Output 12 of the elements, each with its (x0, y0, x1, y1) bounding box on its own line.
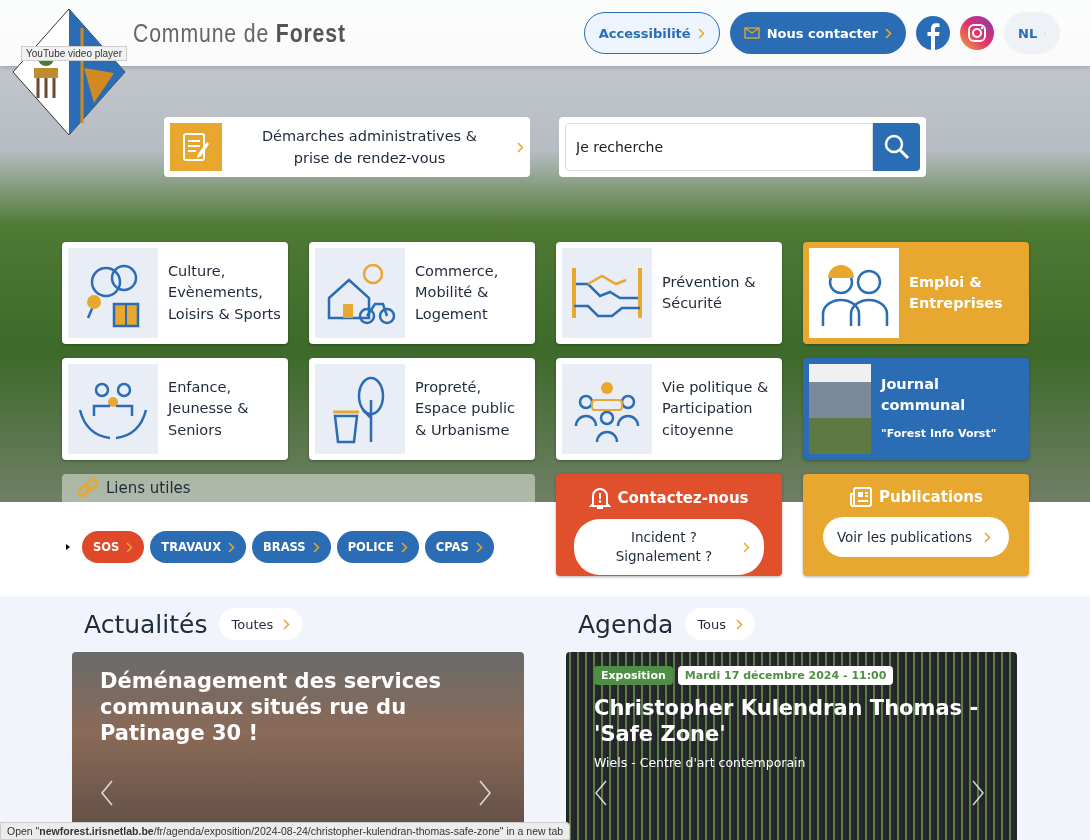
tooltip: YouTube video player (21, 46, 127, 61)
news-heading: Actualités (84, 609, 208, 639)
event-location: Wiels - Centre d'art contemporain (594, 755, 807, 770)
category-tag: Exposition (594, 666, 673, 685)
useful-links-title: Liens utiles (106, 479, 191, 497)
link-status-tooltip: Open "newforest.irisnetlab.be/fr/agenda/exposition/2024-08-24/christopher-kulendran-thomas-safe-zone" in a new tab (0, 822, 571, 840)
news-title: Déménagement des services communaux situés rue du Patinage 30 ! (100, 668, 442, 746)
agenda-heading: Agenda (578, 609, 674, 639)
publications-title: Publications (879, 488, 983, 506)
date-tag: Mardi 17 décembre 2024 - 11:00 (677, 666, 894, 685)
contact-title: Contactez-nous (617, 489, 749, 507)
event-title: Christopher Kulendran Thomas - 'Safe Zone' (594, 695, 980, 747)
